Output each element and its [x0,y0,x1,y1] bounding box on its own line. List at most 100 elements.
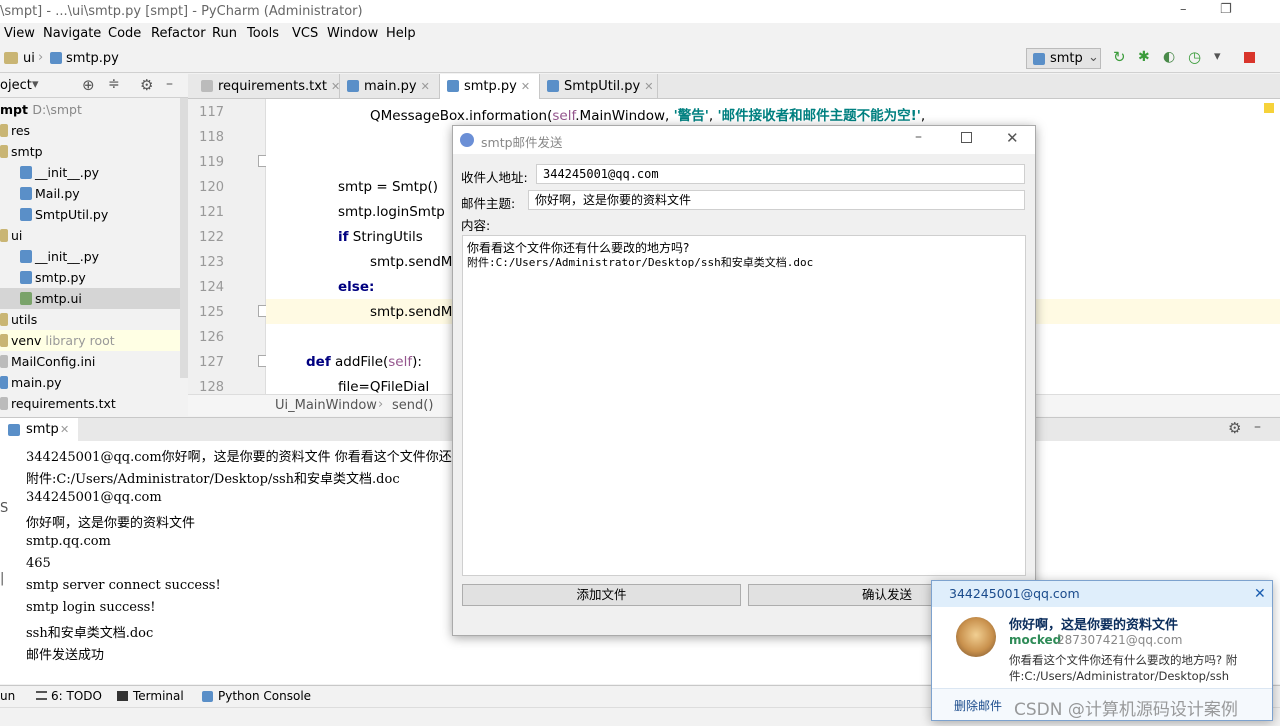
gear-icon[interactable]: ⚙ [140,76,153,94]
stop-icon[interactable]: | [0,571,4,586]
python-file-icon [20,166,32,179]
tree-item-label: SmtpUtil.py [35,207,109,222]
code-self: self [388,354,413,370]
python-file-icon [447,80,459,92]
tree-item-label: smtp.ui [35,291,82,306]
tree-item-requirements[interactable]: requirements.txt [0,393,116,414]
recipient-input[interactable]: 344245001@qq.com [536,164,1025,184]
tab-smtputil[interactable]: SmtpUtil.py ✕ [540,74,658,99]
menu-navigate[interactable]: Navigate [43,26,101,41]
menu-run[interactable]: Run [212,26,237,41]
menu-vcs[interactable]: VCS [292,26,318,41]
warning-marker[interactable] [1264,103,1274,113]
run-tab[interactable]: smtp ✕ [0,418,78,442]
menu-tools[interactable]: Tools [247,26,279,41]
tree-item-mail[interactable]: Mail.py [20,183,80,204]
dialog-minimize-button[interactable]: – [915,129,922,145]
run-config-label: smtp [1050,51,1083,66]
tree-item-smtputil[interactable]: SmtpUtil.py [20,204,108,225]
tree-item-root[interactable]: mpt D:\smpt [0,99,82,120]
tree-item-init[interactable]: __init__.py [20,246,99,267]
project-scrollbar[interactable] [180,98,188,378]
breadcrumb-ui[interactable]: ui [23,51,35,66]
menu-refactor[interactable]: Refactor [151,26,206,41]
line-number: 122 [199,230,224,245]
tree-item-ui[interactable]: ui [0,225,22,246]
gear-icon[interactable]: ⚙ [1228,419,1241,437]
tree-item-smtp[interactable]: smtp [0,141,43,162]
close-icon[interactable]: ✕ [644,80,653,93]
menu-code[interactable]: Code [108,26,141,41]
menu-window[interactable]: Window [327,26,378,41]
tab-main[interactable]: main.py ✕ [340,74,440,99]
folder-icon [0,145,8,158]
menu-help[interactable]: Help [386,26,416,41]
chevron-down-icon[interactable]: ▾ [32,77,39,92]
dialog-close-button[interactable]: ✕ [1006,129,1019,147]
terminal-icon [117,691,128,701]
tab-smtp[interactable]: smtp.py ✕ [440,74,540,99]
close-icon[interactable]: ✕ [521,80,530,93]
tree-item-smtp-py[interactable]: smtp.py [20,267,86,288]
line-number: 123 [199,255,224,270]
coverage-icon[interactable]: ◐ [1163,49,1175,65]
hide-panel-icon[interactable]: – [166,76,173,92]
content-textarea[interactable]: 你看看这个文件你还有什么要改的地方吗? 附件:C:/Users/Administ… [462,235,1026,576]
tree-item-label: smtp [11,144,43,159]
tree-item-smtp-ui[interactable]: smtp.ui [0,288,188,309]
tree-item-path: D:\smpt [32,102,82,117]
rerun-icon[interactable]: S [0,501,8,516]
console-line: smtp login success! [26,600,156,615]
tree-item-label: ui [11,228,23,243]
tool-run[interactable]: un [0,689,15,703]
code-line-117: QMessageBox.information(self.MainWindow,… [370,104,925,124]
subject-label: 邮件主题: [461,196,516,211]
tool-python-console[interactable]: Python Console [218,689,311,703]
profile-icon[interactable]: ◷ [1188,48,1201,66]
tree-item-venv[interactable]: venv library root [0,330,188,351]
dialog-maximize-button[interactable] [961,132,972,143]
close-icon[interactable]: ✕ [1254,586,1266,602]
tree-item-utils[interactable]: utils [0,309,37,330]
code-text: .MainWindow, [575,108,674,124]
debug-icon[interactable]: ✱ [1138,49,1150,65]
delete-mail-link[interactable]: 删除邮件 [954,697,1002,714]
tree-item-main[interactable]: main.py [0,372,62,393]
code-line-121: smtp.loginSmtp [338,204,445,220]
tool-terminal[interactable]: Terminal [133,689,184,703]
tree-item-res[interactable]: res [0,120,30,141]
close-icon[interactable]: ✕ [60,423,69,436]
rerun-icon[interactable]: ↻ [1113,48,1126,66]
tab-requirements[interactable]: requirements.txt ✕ [194,74,340,99]
notification-header: 344245001@qq.com ✕ [932,581,1272,607]
locate-icon[interactable]: ⊕ [82,76,95,94]
menu-bar: View Navigate Code Refactor Run Tools VC… [0,23,1280,45]
console-line: 344245001@qq.com你好啊，这是你要的资料文件 你看看这个文件你还 [26,450,452,465]
stop-icon[interactable] [1244,52,1255,63]
minimize-button[interactable]: – [1180,2,1187,17]
collapse-icon[interactable]: ≑ [108,76,120,92]
tree-item-init[interactable]: __init__.py [20,162,99,183]
menu-view[interactable]: View [4,26,35,41]
ui-file-icon [20,292,32,305]
line-number: 118 [199,130,224,145]
hide-panel-icon[interactable]: – [1254,419,1261,435]
console-line: ssh和安卓类文档.doc [26,626,154,641]
breadcrumb-method[interactable]: send() [392,398,433,413]
todo-icon [36,691,47,700]
close-icon[interactable]: ✕ [421,80,430,93]
add-file-button[interactable]: 添加文件 [462,584,741,606]
project-panel-title[interactable]: oject [0,78,32,93]
code-line-124: else: [338,279,374,295]
tree-item-label: venv [11,333,42,348]
more-run-icon[interactable]: ▾ [1214,49,1221,64]
run-config-selector[interactable]: smtp ⌄ [1026,48,1101,69]
close-icon[interactable]: ✕ [331,80,340,93]
subject-input[interactable]: 你好啊，这是你要的资料文件 [528,190,1025,210]
content-line: 附件:C:/Users/Administrator/Desktop/ssh和安卓… [467,256,814,269]
tool-todo[interactable]: 6: TODO [51,689,102,703]
breadcrumb-class[interactable]: Ui_MainWindow [275,398,377,413]
tree-item-mailconfig[interactable]: MailConfig.ini [0,351,95,372]
restore-button[interactable]: ❐ [1220,2,1232,17]
breadcrumb-file[interactable]: smtp.py [66,51,119,66]
